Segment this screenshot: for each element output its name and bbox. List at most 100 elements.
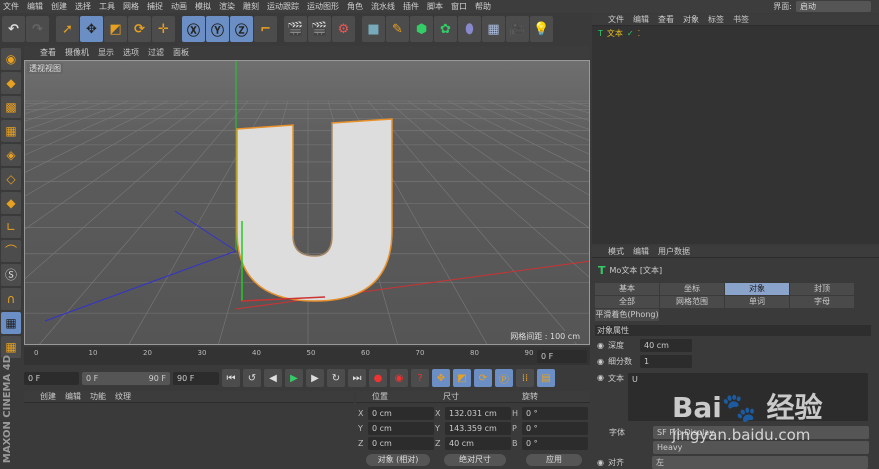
select-tool-icon[interactable]: ➚ xyxy=(56,16,79,42)
tweak-icon[interactable]: ⌒ xyxy=(1,240,21,262)
menu-item[interactable]: 动画 xyxy=(171,1,187,12)
next-frame-icon[interactable]: ▶ xyxy=(306,369,324,387)
size-mode-dropdown[interactable]: 绝对尺寸 xyxy=(444,454,506,466)
points-mode-icon[interactable]: ◈ xyxy=(1,144,21,166)
subdivision-icon[interactable]: ⬢ xyxy=(410,16,433,42)
tab-2[interactable]: 对象 xyxy=(725,283,789,295)
z-axis-icon[interactable]: Ⓩ xyxy=(230,16,253,42)
redo-button[interactable]: ↷ xyxy=(26,16,49,42)
material-menu-item[interactable]: 纹理 xyxy=(115,391,131,402)
layout-dropdown[interactable]: 启动 xyxy=(796,1,871,12)
end-frame-field[interactable]: 90 F xyxy=(173,371,219,385)
size-field[interactable]: 132.031 cm xyxy=(445,407,511,420)
tab-7[interactable]: 字母 xyxy=(790,296,854,308)
menu-item[interactable]: 渲染 xyxy=(219,1,235,12)
axis-mode-icon[interactable]: ∟ xyxy=(1,216,21,238)
viewport-menu-item[interactable]: 过滤 xyxy=(148,47,164,58)
y-axis-icon[interactable]: Ⓨ xyxy=(206,16,229,42)
edges-mode-icon[interactable]: ◇ xyxy=(1,168,21,190)
key-scale-icon[interactable]: ◩ xyxy=(453,369,471,387)
menu-item[interactable]: 模拟 xyxy=(195,1,211,12)
object-menu-item[interactable]: 文件 xyxy=(608,14,624,25)
rot-field[interactable]: 0 ° xyxy=(522,407,588,420)
render-view-icon[interactable]: 🎬 xyxy=(284,16,307,42)
x-axis-icon[interactable]: Ⓧ xyxy=(182,16,205,42)
transform-tool-icon[interactable]: ✛ xyxy=(152,16,175,42)
enabled-check-icon[interactable]: ✓ xyxy=(627,29,634,38)
model-mode-icon[interactable]: ◆ xyxy=(1,72,21,94)
play-icon[interactable]: ▶ xyxy=(285,369,303,387)
go-to-start-icon[interactable]: ⏮ xyxy=(222,369,240,387)
snap-icon[interactable]: Ⓢ xyxy=(1,264,21,286)
tab-6[interactable]: 单词 xyxy=(725,296,789,308)
anim-dot-icon[interactable]: ◉ xyxy=(597,341,604,350)
perspective-viewport[interactable]: 透视视图 网格间距 : 100 cm xyxy=(24,60,590,345)
viewport-menu-item[interactable]: 面板 xyxy=(173,47,189,58)
render-settings-icon[interactable]: ⚙ xyxy=(332,16,355,42)
viewport-menu-item[interactable]: 摄像机 xyxy=(65,47,89,58)
camera-icon[interactable]: 🎥 xyxy=(506,16,529,42)
move-tool-icon[interactable]: ✥ xyxy=(80,16,103,42)
object-menu-item[interactable]: 标签 xyxy=(708,14,724,25)
viewport-menu-item[interactable]: 显示 xyxy=(98,47,114,58)
lock-workplane-icon[interactable]: ▦ xyxy=(1,312,21,334)
anim-dot-icon[interactable]: ◉ xyxy=(597,458,604,467)
current-frame-field[interactable]: 0 F xyxy=(537,350,587,363)
menu-item[interactable]: 捕捉 xyxy=(147,1,163,12)
coord-system-icon[interactable]: ⌐ xyxy=(254,16,277,42)
start-frame-field[interactable]: 0 F xyxy=(24,371,79,385)
material-menu-item[interactable]: 创建 xyxy=(40,391,56,402)
menu-item[interactable]: 网格 xyxy=(123,1,139,12)
object-row-text[interactable]: T 文本 ✓ ⁚ xyxy=(592,26,879,40)
cloner-icon[interactable]: ✿ xyxy=(434,16,457,42)
cube-icon[interactable]: ■ xyxy=(362,16,385,42)
tab-phong[interactable]: 平滑着色(Phong) xyxy=(595,309,659,321)
tab-4[interactable]: 全部 xyxy=(595,296,659,308)
tab-3[interactable]: 封顶 xyxy=(790,283,854,295)
timeline-window-icon[interactable]: ▤ xyxy=(537,369,555,387)
menu-item[interactable]: 流水线 xyxy=(371,1,395,12)
anim-dot-icon[interactable]: ◉ xyxy=(597,373,604,421)
key-pla-icon[interactable]: ⁞⁞ xyxy=(516,369,534,387)
attribute-menu-item[interactable]: 用户数据 xyxy=(658,246,690,257)
object-menu-item[interactable]: 对象 xyxy=(683,14,699,25)
material-menu-item[interactable]: 功能 xyxy=(90,391,106,402)
apply-button[interactable]: 应用 xyxy=(526,454,582,466)
object-menu-item[interactable]: 编辑 xyxy=(633,14,649,25)
keyframe-help-icon[interactable]: ? xyxy=(411,369,429,387)
tab-1[interactable]: 坐标 xyxy=(660,283,724,295)
viewport-menu-item[interactable]: 查看 xyxy=(40,47,56,58)
menu-item[interactable]: 脚本 xyxy=(427,1,443,12)
pos-field[interactable]: 0 cm xyxy=(368,437,434,450)
layout-selector[interactable]: 界面: 启动 xyxy=(773,1,871,12)
light-icon[interactable]: 💡 xyxy=(530,16,553,42)
menu-item[interactable]: 角色 xyxy=(347,1,363,12)
rot-field[interactable]: 0 ° xyxy=(522,437,588,450)
pos-field[interactable]: 0 cm xyxy=(368,407,434,420)
attribute-menu-item[interactable]: 编辑 xyxy=(633,246,649,257)
depth-field[interactable]: 40 cm xyxy=(639,339,692,352)
subdivision-field[interactable]: 1 xyxy=(639,355,692,368)
prev-key-icon[interactable]: ↺ xyxy=(243,369,261,387)
go-to-end-icon[interactable]: ⏭ xyxy=(348,369,366,387)
object-menu-item[interactable]: 书签 xyxy=(733,14,749,25)
size-field[interactable]: 143.359 cm xyxy=(445,422,511,435)
make-editable-icon[interactable]: ◉ xyxy=(1,48,21,70)
render-picture-icon[interactable]: 🎬 xyxy=(308,16,331,42)
object-menu-item[interactable]: 查看 xyxy=(658,14,674,25)
key-position-icon[interactable]: ✥ xyxy=(432,369,450,387)
menu-item[interactable]: 运动图形 xyxy=(307,1,339,12)
pen-icon[interactable]: ✎ xyxy=(386,16,409,42)
menu-item[interactable]: 编辑 xyxy=(27,1,43,12)
menu-item[interactable]: 工具 xyxy=(99,1,115,12)
key-param-icon[interactable]: Ⓟ xyxy=(495,369,513,387)
polygons-mode-icon[interactable]: ◆ xyxy=(1,192,21,214)
undo-button[interactable]: ↶ xyxy=(2,16,25,42)
menu-item[interactable]: 插件 xyxy=(403,1,419,12)
align-dropdown[interactable]: 左 xyxy=(651,456,868,469)
viewport-menu-item[interactable]: 选项 xyxy=(123,47,139,58)
attribute-menu-item[interactable]: 模式 xyxy=(608,246,624,257)
workplane-icon[interactable]: ▦ xyxy=(1,120,21,142)
floor-icon[interactable]: ▦ xyxy=(482,16,505,42)
material-menu-item[interactable]: 编辑 xyxy=(65,391,81,402)
